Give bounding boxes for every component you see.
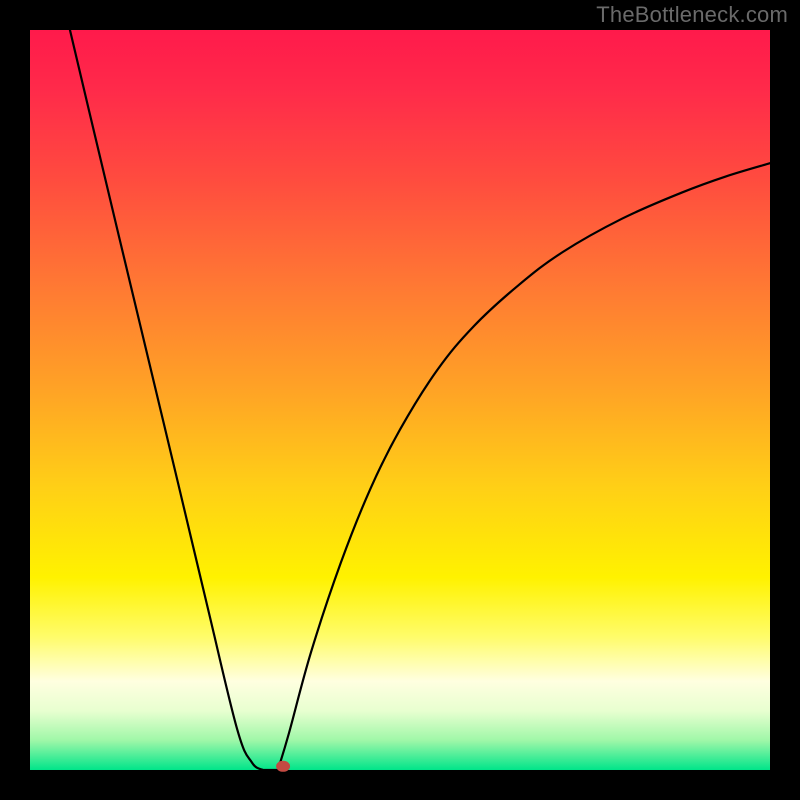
bottleneck-curve [70,30,770,773]
curve-svg [30,30,770,770]
chart-frame: TheBottleneck.com [0,0,800,800]
watermark-text: TheBottleneck.com [596,2,788,28]
optimum-marker [276,761,290,772]
plot-area [30,30,770,770]
